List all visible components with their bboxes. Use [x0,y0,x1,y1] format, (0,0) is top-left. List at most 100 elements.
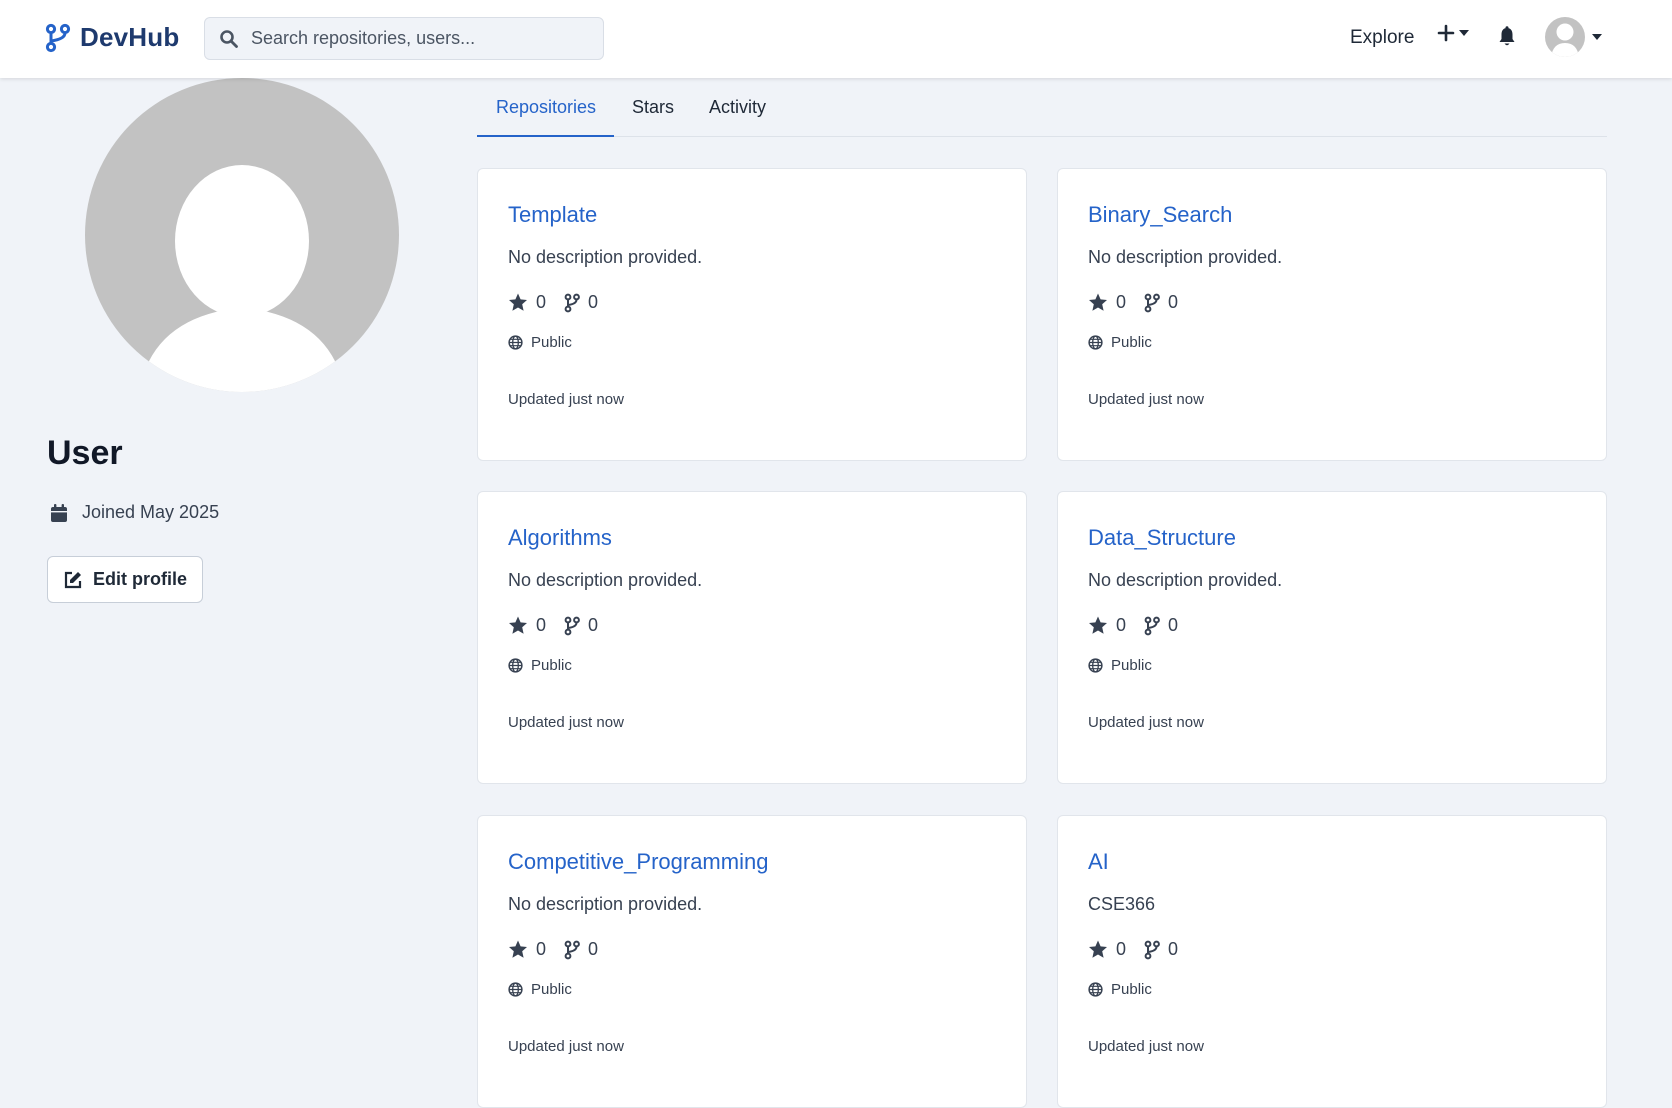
profile-tabs: Repositories Stars Activity [477,88,1607,137]
tab-repositories-label: Repositories [496,97,597,117]
repo-updated: Updated just now [1088,714,1204,731]
repo-updated: Updated just now [1088,391,1204,408]
repo-visibility: Public [508,334,572,351]
visibility-label: Public [531,334,572,351]
branch-logo-icon [45,23,71,52]
repo-description: No description provided. [508,570,703,590]
branch-icon [1144,293,1160,312]
repo-updated: Updated just now [508,1038,624,1055]
globe-icon [1088,982,1103,997]
repo-stats: 00 [1088,939,1196,960]
repo-stats: 00 [508,292,616,313]
fork-count: 0 [1144,939,1178,960]
caret-down-icon [1459,30,1469,36]
repo-stats: 00 [508,939,616,960]
branch-icon [564,293,580,312]
globe-icon [508,658,523,673]
fork-count-value: 0 [1168,615,1179,635]
tab-stars[interactable]: Stars [632,97,674,137]
tab-activity[interactable]: Activity [709,97,766,137]
star-count-value: 0 [1116,292,1127,312]
repo-stats: 00 [1088,292,1196,313]
fork-count: 0 [1144,615,1178,636]
search-icon [220,29,238,48]
repo-visibility: Public [1088,657,1152,674]
repo-stats: 00 [508,615,616,636]
repo-visibility: Public [1088,981,1152,998]
visibility-label: Public [531,981,572,998]
notifications-button[interactable] [1498,26,1516,48]
repo-visibility: Public [508,657,572,674]
search-box[interactable] [204,17,604,60]
profile-username: User [47,434,123,472]
tab-stars-label: Stars [632,97,675,117]
fork-count-value: 0 [588,615,599,635]
repo-name-link[interactable]: Template [508,202,597,228]
joined-text: Joined May 2025 [82,502,220,522]
globe-icon [1088,658,1103,673]
globe-icon [1088,335,1103,350]
repo-card: Competitive_Programming No description pr… [477,815,1027,1108]
brand-logo[interactable]: DevHub [44,22,179,53]
visibility-label: Public [1111,657,1152,674]
repo-description: No description provided. [508,247,703,267]
star-count-value: 0 [536,939,547,959]
star-count: 0 [1088,615,1126,636]
fork-count-value: 0 [588,939,599,959]
repo-updated: Updated just now [508,391,624,408]
repo-visibility: Public [508,981,572,998]
repo-card: Binary_Search No description provided. 0 0 P… [1057,168,1607,461]
fork-count-value: 0 [588,292,599,312]
star-icon [1089,940,1107,958]
fork-count: 0 [564,292,598,313]
star-count-value: 0 [1116,615,1127,635]
profile-avatar [85,78,399,392]
repo-name-link[interactable]: Binary_Search [1088,202,1232,228]
edit-profile-button[interactable]: Edit profile [47,556,203,603]
top-navbar: DevHub Explore [0,0,1672,78]
search-input[interactable] [251,28,591,49]
star-icon [1089,293,1107,311]
fork-count: 0 [564,615,598,636]
repo-card: Data_Structure No description provided. 0 0… [1057,491,1607,784]
repo-card: AI CSE366 0 0 Public Updated just now [1057,815,1607,1108]
globe-icon [508,982,523,997]
repo-updated: Updated just now [508,714,624,731]
caret-down-icon [1592,34,1602,40]
branch-icon [564,616,580,635]
repo-card: Template No description provided. 0 0 Public… [477,168,1027,461]
fork-count: 0 [1144,292,1178,313]
repo-name-link[interactable]: Data_Structure [1088,525,1236,551]
star-count: 0 [1088,939,1126,960]
branch-icon [564,940,580,959]
bell-icon [1499,26,1515,46]
avatar [1545,17,1585,57]
repo-name-link[interactable]: Algorithms [508,525,612,551]
user-menu-button[interactable] [1545,17,1603,57]
star-count: 0 [508,292,546,313]
star-count: 0 [1088,292,1126,313]
star-count-value: 0 [536,292,547,312]
tab-repositories[interactable]: Repositories [477,97,614,137]
star-count-value: 0 [1116,939,1127,959]
plus-icon [1437,24,1455,42]
repo-stats: 00 [1088,615,1196,636]
globe-icon [508,335,523,350]
fork-count-value: 0 [1168,939,1179,959]
repo-name-link[interactable]: Competitive_Programming [508,849,768,875]
create-new-button[interactable] [1437,24,1470,42]
explore-link[interactable]: Explore [1350,27,1414,49]
repo-description: CSE366 [1088,894,1156,914]
edit-profile-label: Edit profile [93,569,187,589]
repo-updated: Updated just now [1088,1038,1204,1055]
repo-name-link[interactable]: AI [1088,849,1109,875]
star-icon [509,940,527,958]
star-count: 0 [508,615,546,636]
branch-icon [1144,940,1160,959]
edit-icon [64,571,82,588]
star-count: 0 [508,939,546,960]
repo-description: No description provided. [1088,570,1283,590]
brand-name: DevHub [80,22,180,52]
star-icon [1089,616,1107,634]
visibility-label: Public [1111,334,1152,351]
